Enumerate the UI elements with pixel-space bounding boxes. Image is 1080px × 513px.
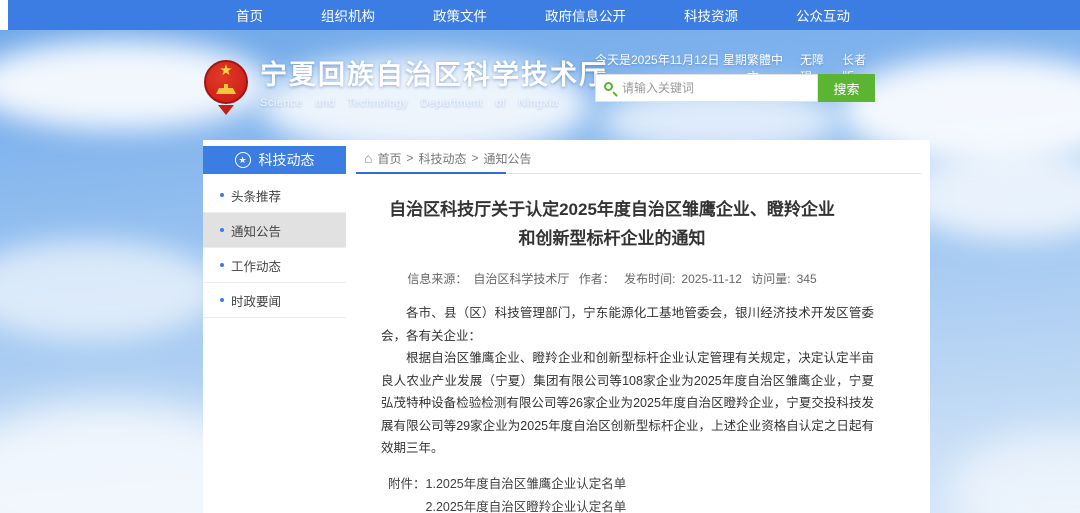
meta-visits-label: 访问量: [751, 272, 790, 286]
search-icon [604, 82, 618, 96]
attachments: 附件： 1.2025年度自治区雏鹰企业认定名单 2.2025年度自治区瞪羚企业认… [388, 473, 930, 513]
sidebar-item-headlines[interactable]: 头条推荐 [203, 178, 346, 213]
nav-item-home[interactable]: 首页 [236, 5, 263, 25]
bullet-icon [220, 193, 224, 197]
breadcrumb-home[interactable]: 首页 [377, 150, 401, 167]
nav-item-organization[interactable]: 组织机构 [321, 5, 375, 25]
meta-time: 2025-11-12 [681, 272, 742, 286]
nav-item-gov-info-disclosure[interactable]: 政府信息公开 [545, 5, 626, 25]
bullet-icon [220, 228, 224, 232]
attachment-link-1[interactable]: 1.2025年度自治区雏鹰企业认定名单 [426, 473, 664, 496]
site-title: 宁夏回族自治区科学技术厅 [260, 58, 608, 92]
nav-item-public-interaction[interactable]: 公众互动 [796, 5, 850, 25]
star-icon: ★ [204, 62, 248, 80]
breadcrumb-separator: > [406, 151, 413, 165]
sidebar-list: 头条推荐 通知公告 工作动态 时政要闻 [203, 178, 346, 318]
site-subtitle: Science and Technology Department of Nin… [260, 97, 608, 109]
brand-text: 宁夏回族自治区科学技术厅 Science and Technology Depa… [260, 58, 608, 109]
article-body: 各市、县（区）科技管理部门，宁东能源化工基地管委会，银川经济技术开发区管委会，各… [381, 302, 874, 460]
sidebar-item-work-updates[interactable]: 工作动态 [203, 248, 346, 283]
sidebar-title-label: 科技动态 [259, 150, 315, 170]
top-nav: 首页 组织机构 政策文件 政府信息公开 科技资源 公众互动 [8, 0, 1080, 30]
nav-item-policy-documents[interactable]: 政策文件 [433, 5, 487, 25]
sidebar-item-label: 时政要闻 [231, 291, 281, 310]
meta-source-label: 信息来源： [407, 272, 467, 286]
meta-source: 自治区科学技术厅 [473, 272, 569, 286]
cloud [0, 240, 220, 340]
attachments-label: 附件： [388, 473, 426, 513]
article-paragraph: 根据自治区雏鹰企业、瞪羚企业和创新型标杆企业认定管理有关规定，决定认定半亩良人农… [381, 347, 874, 460]
article-meta: 信息来源： 自治区科学技术厅 作者： 发布时间: 2025-11-12 访问量: 34… [356, 270, 868, 287]
sidebar-item-current-affairs[interactable]: 时政要闻 [203, 283, 346, 318]
attachment-list: 1.2025年度自治区雏鹰企业认定名单 2.2025年度自治区瞪羚企业认定名单 … [426, 473, 664, 513]
breadcrumb-notices[interactable]: 通知公告 [484, 150, 532, 167]
breadcrumb-divider [356, 172, 930, 174]
page: 首页 组织机构 政策文件 政府信息公开 科技资源 公众互动 ★ 宁夏回族自治区科… [0, 0, 1080, 513]
bullet-icon [220, 263, 224, 267]
sidebar-title: ★ 科技动态 [203, 146, 346, 174]
search-button[interactable]: 搜索 [818, 74, 875, 102]
site-brand[interactable]: ★ 宁夏回族自治区科学技术厅 Science and Technology De… [204, 58, 608, 118]
attachment-link-2[interactable]: 2.2025年度自治区瞪羚企业认定名单 [426, 496, 664, 513]
cloud [950, 430, 1080, 513]
meta-time-label: 发布时间: [624, 272, 675, 286]
article-title: 自治区科技厅关于认定2025年度自治区雏鹰企业、瞪羚企业 和创新型标杆企业的通知 [356, 195, 868, 253]
sidebar-item-notices[interactable]: 通知公告 [203, 213, 346, 248]
breadcrumb: ⌂ 首页 > 科技动态 > 通知公告 [356, 146, 930, 170]
sidebar-item-label: 头条推荐 [231, 186, 281, 205]
bullet-icon [220, 298, 224, 302]
article-paragraph: 各市、县（区）科技管理部门，宁东能源化工基地管委会，银川经济技术开发区管委会，各… [381, 302, 874, 347]
nav-item-sci-tech-resources[interactable]: 科技资源 [684, 5, 738, 25]
search-bar: 搜索 [595, 74, 875, 102]
content-area: ⌂ 首页 > 科技动态 > 通知公告 自治区科技厅关于认定2025年度自治区雏鹰… [356, 146, 930, 513]
search-box [595, 74, 818, 102]
breadcrumb-separator: > [472, 151, 479, 165]
star-circle-icon: ★ [235, 152, 251, 168]
meta-author-label: 作者： [579, 272, 615, 286]
sidebar-item-label: 工作动态 [231, 256, 281, 275]
article-title-line1: 自治区科技厅关于认定2025年度自治区雏鹰企业、瞪羚企业 [356, 195, 868, 224]
ribbon-shape [218, 105, 234, 115]
national-emblem-logo: ★ [204, 58, 250, 118]
article-title-line2: 和创新型标杆企业的通知 [356, 224, 868, 253]
sidebar: ★ 科技动态 头条推荐 通知公告 工作动态 时政要闻 [203, 146, 346, 318]
sidebar-item-label: 通知公告 [231, 221, 281, 240]
home-icon: ⌂ [364, 152, 372, 164]
meta-visits: 345 [797, 272, 817, 286]
search-input[interactable] [622, 75, 812, 101]
breadcrumb-sci-tech-news[interactable]: 科技动态 [419, 150, 467, 167]
main-panel: ★ 科技动态 头条推荐 通知公告 工作动态 时政要闻 [203, 140, 930, 513]
